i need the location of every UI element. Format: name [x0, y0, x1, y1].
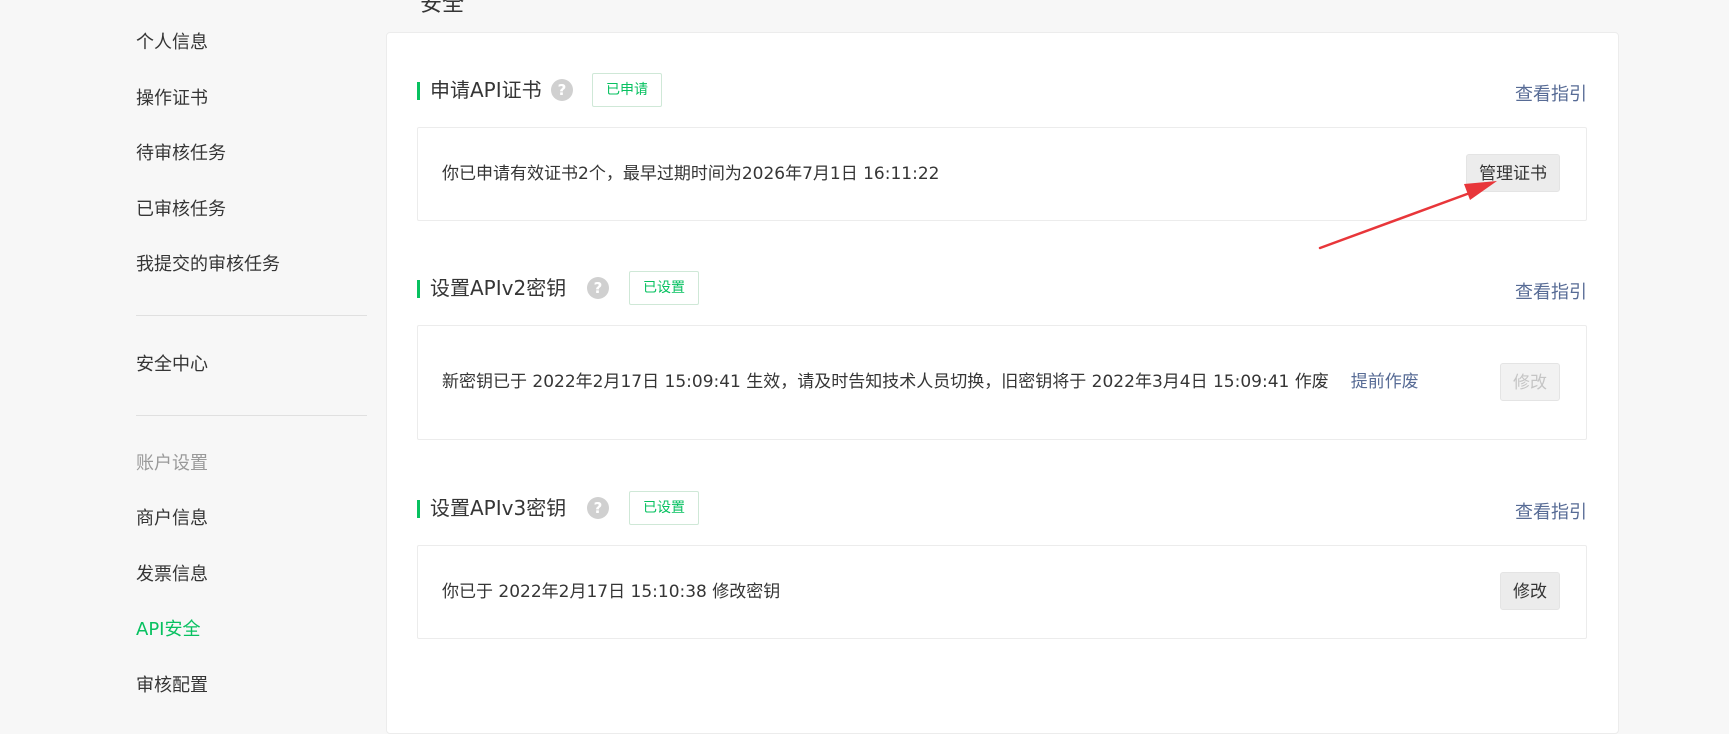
api-security-panel: 申请API证书 ? 已申请 查看指引 你已申请有效证书2个，最早过期时间为202…: [386, 32, 1619, 734]
modify-apiv2-button[interactable]: 修改: [1500, 363, 1560, 401]
sidebar-item-review-config[interactable]: 审核配置: [136, 674, 208, 698]
view-guide-link[interactable]: 查看指引: [1515, 281, 1587, 305]
status-badge: 已设置: [629, 491, 699, 525]
sidebar-item-merchant-info[interactable]: 商户信息: [136, 507, 208, 531]
section-apiv3-header: 设置APIv3密钥 ? 已设置 查看指引: [387, 491, 1618, 525]
section-apiv2-header: 设置APIv2密钥 ? 已设置 查看指引: [387, 271, 1618, 305]
sidebar-item-my-submitted[interactable]: 我提交的审核任务: [136, 253, 280, 277]
section-title: 申请API证书: [430, 78, 542, 102]
sidebar-divider: [136, 415, 367, 416]
sidebar-divider: [136, 315, 367, 316]
section-api-cert-card: 你已申请有效证书2个，最早过期时间为2026年7月1日 16:11:22 管理证…: [417, 127, 1587, 221]
question-circle-icon[interactable]: ?: [551, 79, 573, 101]
view-guide-link[interactable]: 查看指引: [1515, 501, 1587, 525]
sidebar: 个人信息 操作证书 待审核任务 已审核任务 我提交的审核任务 安全中心 账户设置…: [0, 0, 380, 710]
sidebar-item-personal-info[interactable]: 个人信息: [136, 31, 208, 55]
section-accent-bar: [417, 500, 420, 518]
question-circle-icon[interactable]: ?: [587, 497, 609, 519]
cert-status-text: 你已申请有效证书2个，最早过期时间为2026年7月1日 16:11:22: [442, 164, 940, 184]
manage-cert-button[interactable]: 管理证书: [1466, 154, 1560, 192]
section-title: 设置APIv3密钥: [430, 496, 567, 520]
revoke-early-link[interactable]: 提前作废: [1351, 372, 1419, 392]
section-accent-bar: [417, 82, 420, 100]
modify-apiv3-button[interactable]: 修改: [1500, 572, 1560, 610]
sidebar-item-pending-review[interactable]: 待审核任务: [136, 142, 226, 166]
sidebar-item-api-security[interactable]: API安全: [136, 618, 200, 642]
section-apiv3-card: 你已于 2022年2月17日 15:10:38 修改密钥 修改: [417, 545, 1587, 639]
sidebar-group-account-settings: 账户设置: [136, 453, 208, 474]
apiv2-status-message: 新密钥已于 2022年2月17日 15:09:41 生效，请及时告知技术人员切换…: [442, 372, 1329, 392]
section-accent-bar: [417, 280, 420, 298]
status-badge: 已申请: [592, 73, 662, 107]
sidebar-item-invoice-info[interactable]: 发票信息: [136, 563, 208, 587]
sidebar-item-reviewed[interactable]: 已审核任务: [136, 198, 226, 222]
apiv2-status-text: 新密钥已于 2022年2月17日 15:09:41 生效，请及时告知技术人员切换…: [442, 370, 1419, 394]
section-title: 设置APIv2密钥: [430, 276, 567, 300]
page-title: 安全: [420, 0, 465, 17]
status-badge: 已设置: [629, 271, 699, 305]
section-apiv2-card: 新密钥已于 2022年2月17日 15:09:41 生效，请及时告知技术人员切换…: [417, 325, 1587, 440]
apiv3-status-text: 你已于 2022年2月17日 15:10:38 修改密钥: [442, 582, 781, 602]
section-api-cert-header: 申请API证书 ? 已申请 查看指引: [387, 73, 1618, 107]
view-guide-link[interactable]: 查看指引: [1515, 83, 1587, 107]
sidebar-item-security-center[interactable]: 安全中心: [136, 353, 208, 377]
question-circle-icon[interactable]: ?: [587, 277, 609, 299]
sidebar-item-operation-cert[interactable]: 操作证书: [136, 87, 208, 111]
